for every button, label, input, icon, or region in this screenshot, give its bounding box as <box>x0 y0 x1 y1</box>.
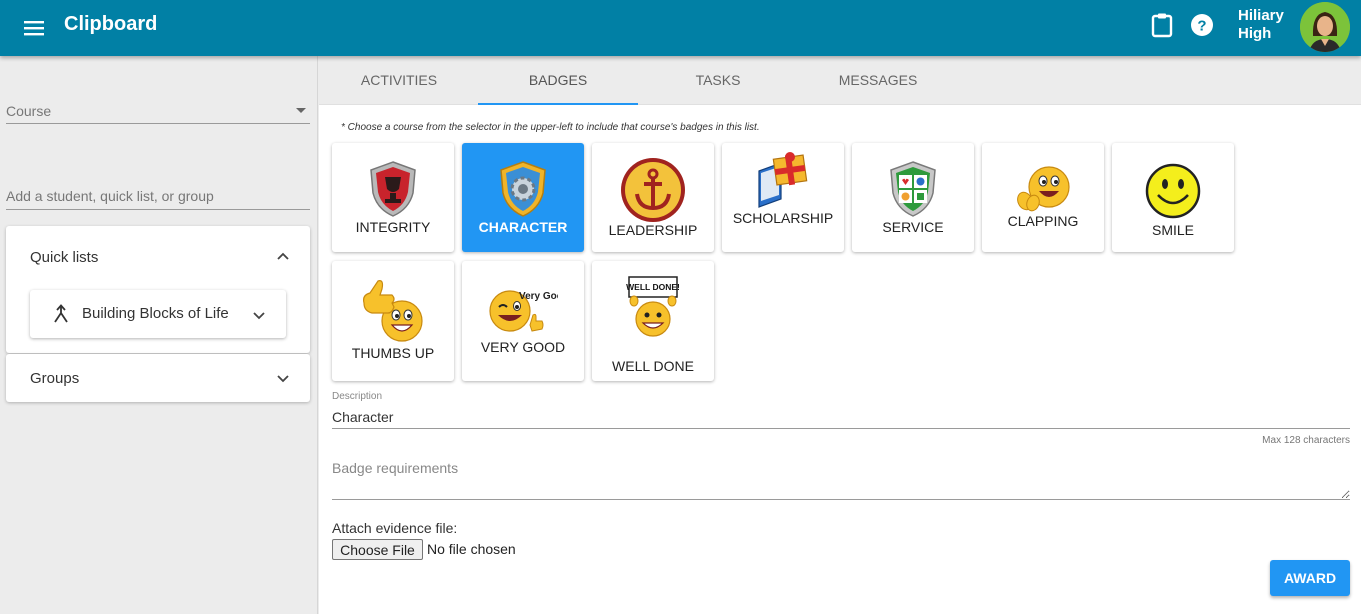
max-characters-hint: Max 128 characters <box>1262 435 1350 446</box>
badge-very-good[interactable]: Very Good VERY GOOD <box>462 261 584 381</box>
tab-messages[interactable]: MESSAGES <box>798 56 958 105</box>
groups-panel: Groups <box>6 354 310 402</box>
quick-lists-header[interactable]: Quick lists <box>6 226 310 276</box>
book-gift-icon <box>758 152 808 208</box>
course-select[interactable]: Course <box>6 96 310 124</box>
clapping-emoji-icon <box>1017 166 1070 212</box>
quick-lists-title: Quick lists <box>30 249 99 266</box>
avatar[interactable] <box>1300 2 1350 52</box>
user-avatar-icon <box>1300 2 1350 52</box>
badge-label: LEADERSHIP <box>608 222 698 238</box>
badge-thumbs-up[interactable]: THUMBS UP <box>332 261 454 381</box>
badge-label: CHARACTER <box>478 219 568 235</box>
well-done-icon-text: WELL DONE! <box>626 282 680 292</box>
badge-requirements-input[interactable] <box>332 460 1350 500</box>
merge-arrow-icon <box>54 304 68 323</box>
helping-hands-shield-icon <box>890 161 936 217</box>
badge-service[interactable]: SERVICE <box>852 143 974 252</box>
description-label: Description <box>332 391 383 402</box>
student-search-input[interactable] <box>6 182 310 210</box>
help-circle-icon[interactable]: ? <box>1190 13 1214 37</box>
smiley-face-icon <box>1145 163 1201 219</box>
app-header: Clipboard ? Hiliary High <box>0 0 1361 56</box>
app-title: Clipboard <box>64 13 158 35</box>
badge-smile[interactable]: SMILE <box>1112 143 1234 252</box>
very-good-icon-text: Very Good <box>519 291 558 302</box>
user-name[interactable]: Hiliary High <box>1238 7 1298 43</box>
sidebar: Course Quick lists Building Blocks of Li… <box>0 56 318 614</box>
badge-well-done[interactable]: WELL DONE! WELL DONE <box>592 261 714 381</box>
choose-file-button[interactable]: Choose File <box>332 539 423 560</box>
quick-list-item-label: Building Blocks of Life <box>82 305 229 322</box>
groups-title: Groups <box>30 370 80 387</box>
badge-label: CLAPPING <box>1007 213 1079 229</box>
badges-note: * Choose a course from the selector in t… <box>341 122 760 133</box>
groups-header[interactable]: Groups <box>6 354 310 404</box>
badge-leadership[interactable]: LEADERSHIP <box>592 143 714 252</box>
well-done-emoji-icon: WELL DONE! <box>626 276 680 337</box>
badge-character[interactable]: CHARACTER <box>462 143 584 252</box>
svg-text:?: ? <box>1197 18 1206 35</box>
badge-label: THUMBS UP <box>351 345 435 361</box>
chevron-down-icon <box>277 375 289 383</box>
quick-lists-panel: Quick lists Building Blocks of Life <box>6 226 310 353</box>
caret-down-icon <box>296 108 306 113</box>
no-file-chosen-text: No file chosen <box>427 541 516 557</box>
main-content: ACTIVITIES BADGES TASKS MESSAGES * Choos… <box>319 56 1361 614</box>
gear-shield-icon <box>500 161 546 217</box>
tab-tasks[interactable]: TASKS <box>638 56 798 105</box>
trophy-shield-icon <box>370 161 416 217</box>
thumbs-up-emoji-icon <box>363 280 423 342</box>
badge-label: VERY GOOD <box>480 339 566 355</box>
badge-label: WELL DONE <box>612 358 694 374</box>
description-input[interactable] <box>332 406 1350 429</box>
badge-clapping[interactable]: CLAPPING <box>982 143 1104 252</box>
attach-evidence-label: Attach evidence file: <box>332 520 458 536</box>
badge-label: SERVICE <box>882 219 944 235</box>
hamburger-menu-icon[interactable] <box>22 16 46 40</box>
course-select-label: Course <box>6 103 52 119</box>
award-button[interactable]: AWARD <box>1270 560 1350 596</box>
quick-list-item[interactable]: Building Blocks of Life <box>30 290 286 338</box>
badge-label: SCHOLARSHIP <box>732 210 834 226</box>
badge-label: SMILE <box>1151 222 1194 238</box>
badge-label: INTEGRITY <box>355 219 431 235</box>
very-good-emoji-icon: Very Good <box>489 290 558 332</box>
chevron-down-icon <box>253 312 265 320</box>
tab-badges[interactable]: BADGES <box>478 56 638 105</box>
tab-activities[interactable]: ACTIVITIES <box>319 56 479 105</box>
tab-bar: ACTIVITIES BADGES TASKS MESSAGES <box>319 56 1361 105</box>
clipboard-icon[interactable] <box>1150 12 1174 38</box>
chevron-up-icon <box>277 252 289 260</box>
badge-integrity[interactable]: INTEGRITY <box>332 143 454 252</box>
anchor-icon <box>621 158 685 222</box>
badge-scholarship[interactable]: SCHOLARSHIP <box>722 143 844 252</box>
